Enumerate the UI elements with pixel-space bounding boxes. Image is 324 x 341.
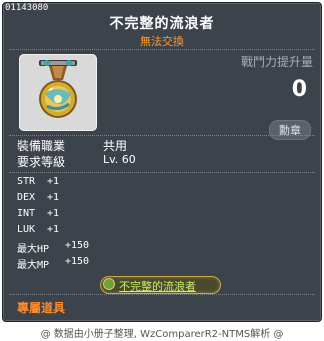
stat-row: 最大MP +150 — [17, 256, 157, 272]
divider — [9, 49, 315, 50]
stat-row: LUK +1 — [17, 224, 157, 240]
item-icon-frame — [19, 54, 97, 131]
stat-row: INT +1 — [17, 208, 157, 224]
job-value: 共用 — [103, 139, 128, 153]
stat-value: +1 — [47, 208, 60, 219]
stat-list: STR +1 DEX +1 INT +1 LUK +1 最大HP +150 最大… — [17, 176, 157, 272]
divider — [9, 135, 315, 136]
medal-icon — [39, 60, 77, 118]
stat-value: +1 — [47, 176, 60, 187]
stat-value: +150 — [65, 240, 90, 251]
stat-row: STR +1 — [17, 176, 157, 192]
trade-status: 無法交換 — [140, 35, 184, 48]
level-label: 要求等級 — [17, 155, 66, 169]
level-value: Lv. 60 — [103, 153, 136, 166]
stat-name: INT — [17, 208, 36, 219]
stat-value: +1 — [47, 192, 60, 203]
divider — [9, 172, 315, 173]
stat-name: LUK — [17, 224, 36, 235]
stat-name: 最大MP — [17, 260, 50, 271]
set-item-label: 不完整的流浪者 — [119, 280, 196, 293]
divider — [9, 294, 315, 295]
power-increase-label: 戰鬥力提升量 — [240, 55, 313, 69]
item-tooltip: 01143080 不完整的流浪者 無法交換 戰鬥力提升量 0 勳章 裝備職業 共… — [2, 2, 322, 322]
stat-row: DEX +1 — [17, 192, 157, 208]
set-item-link[interactable]: 不完整的流浪者 — [100, 276, 221, 294]
stat-name: 最大HP — [17, 244, 50, 255]
stat-name: STR — [17, 176, 36, 187]
stat-name: DEX — [17, 192, 36, 203]
item-id: 01143080 — [5, 3, 49, 13]
set-emblem-icon — [103, 278, 115, 290]
power-increase-value: 0 — [291, 77, 307, 102]
stat-row: 最大HP +150 — [17, 240, 157, 256]
stat-value: +150 — [65, 256, 90, 267]
stat-value: +1 — [47, 224, 60, 235]
exclusive-item-label: 專屬道具 — [17, 301, 66, 315]
medal-button[interactable]: 勳章 — [269, 120, 311, 140]
job-label: 裝備職業 — [17, 139, 66, 153]
footer-credit: @ 数据由小册子整理, WzComparerR2-NTMS解析 @ — [40, 329, 284, 340]
item-name: 不完整的流浪者 — [109, 16, 215, 32]
